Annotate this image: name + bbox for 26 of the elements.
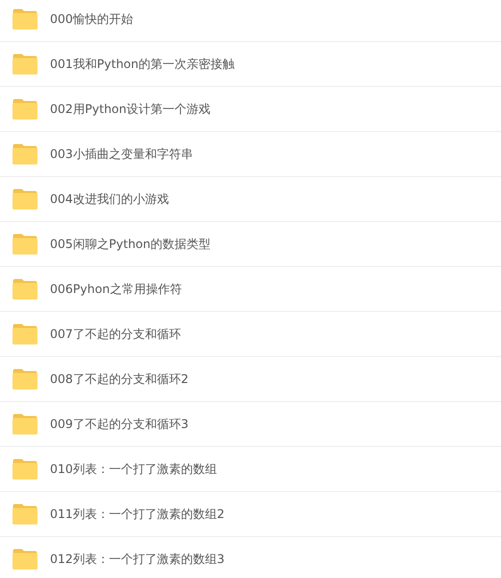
folder-icon (12, 8, 38, 30)
folder-row[interactable]: 009了不起的分支和循环3 (0, 402, 501, 447)
folder-icon (12, 504, 38, 524)
folder-icon (12, 458, 38, 480)
folder-icon (12, 278, 38, 300)
folder-row[interactable]: 002用Python设计第一个游戏 (0, 87, 501, 132)
folder-row[interactable]: 006Pyhon之常用操作符 (0, 267, 501, 312)
folder-icon (12, 98, 38, 120)
folder-row[interactable]: 000愉快的开始 (0, 0, 501, 42)
folder-row[interactable]: 005闲聊之Python的数据类型 (0, 222, 501, 267)
folder-icon (12, 54, 38, 74)
folder-icon (12, 548, 38, 570)
folder-row[interactable]: 007了不起的分支和循环 (0, 312, 501, 357)
folder-icon (12, 414, 38, 434)
folder-row[interactable]: 012列表：一个打了激素的数组3 (0, 537, 501, 578)
folder-row[interactable]: 001我和Python的第一次亲密接触 (0, 42, 501, 87)
folder-row[interactable]: 011列表：一个打了激素的数组2 (0, 492, 501, 537)
folder-icon (12, 324, 38, 344)
folder-icon (12, 188, 38, 210)
folder-row[interactable]: 004改进我们的小游戏 (0, 177, 501, 222)
folder-row[interactable]: 010列表：一个打了激素的数组 (0, 447, 501, 492)
folder-row[interactable]: 003小插曲之变量和字符串 (0, 132, 501, 177)
folder-icon (12, 234, 38, 254)
folder-icon (12, 144, 38, 164)
folder-icon (12, 368, 38, 390)
folder-row[interactable]: 008了不起的分支和循环2 (0, 357, 501, 402)
